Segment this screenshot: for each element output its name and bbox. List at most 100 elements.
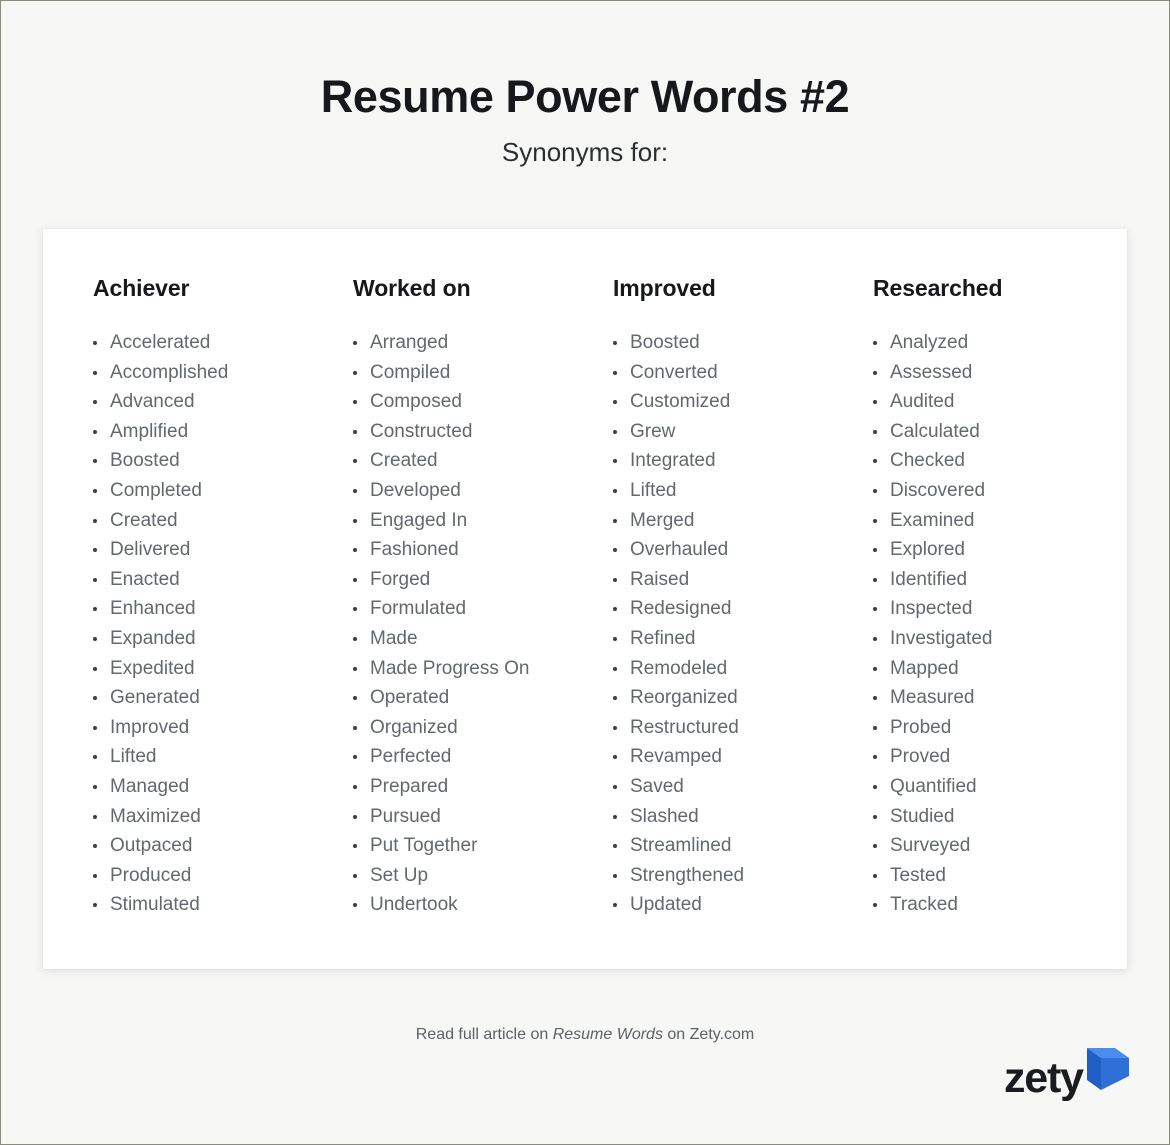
column-title: Researched [873, 275, 1003, 301]
infographic-page: Resume Power Words #2 Synonyms for: Achi… [1, 1, 1169, 1144]
list-item: Merged [613, 506, 873, 536]
list-item: Proved [873, 742, 1133, 772]
list-item: Investigated [873, 624, 1133, 654]
list-item: Expedited [93, 654, 353, 684]
list-item: Formulated [353, 594, 613, 624]
list-item: Created [93, 506, 353, 536]
list-item: Streamlined [613, 831, 873, 861]
column-title: Achiever [93, 275, 190, 301]
list-item: Integrated [613, 446, 873, 476]
list-item: Updated [613, 890, 873, 920]
list-item: Surveyed [873, 831, 1133, 861]
list-item: Redesigned [613, 594, 873, 624]
list-item: Organized [353, 713, 613, 743]
list-item: Assessed [873, 358, 1133, 388]
list-item: Set Up [353, 861, 613, 891]
list-item: Quantified [873, 772, 1133, 802]
list-item: Checked [873, 446, 1133, 476]
word-card: Achiever Accelerated Accomplished Advanc… [43, 229, 1127, 969]
word-list: Analyzed Assessed Audited Calculated Che… [873, 328, 1133, 920]
list-item: Made [353, 624, 613, 654]
list-item: Outpaced [93, 831, 353, 861]
word-list: Arranged Compiled Composed Constructed C… [353, 328, 613, 920]
list-item: Arranged [353, 328, 613, 358]
list-item: Accelerated [93, 328, 353, 358]
footer-article-title: Resume Words [552, 1026, 663, 1043]
footer-attribution: Read full article on Resume Words on Zet… [1, 1026, 1169, 1044]
list-item: Customized [613, 387, 873, 417]
footer-prefix: Read full article on [415, 1026, 553, 1043]
list-item: Slashed [613, 802, 873, 832]
list-item: Analyzed [873, 328, 1133, 358]
word-column-researched: Researched Analyzed Assessed Audited Cal… [873, 275, 1133, 920]
word-column-achiever: Achiever Accelerated Accomplished Advanc… [93, 275, 353, 920]
word-list: Boosted Converted Customized Grew Integr… [613, 328, 873, 920]
list-item: Prepared [353, 772, 613, 802]
list-item: Boosted [93, 446, 353, 476]
list-item: Mapped [873, 654, 1133, 684]
header: Resume Power Words #2 Synonyms for: [1, 1, 1169, 166]
column-title: Improved [613, 275, 716, 301]
list-item: Revamped [613, 742, 873, 772]
word-columns: Achiever Accelerated Accomplished Advanc… [43, 229, 1127, 920]
list-item: Restructured [613, 713, 873, 743]
list-item: Strengthened [613, 861, 873, 891]
column-title: Worked on [353, 275, 471, 301]
page-title: Resume Power Words #2 [320, 71, 850, 122]
list-item: Forged [353, 565, 613, 595]
zety-wordmark: zety [1004, 1054, 1084, 1102]
list-item: Audited [873, 387, 1133, 417]
list-item: Overhauled [613, 535, 873, 565]
list-item: Tracked [873, 890, 1133, 920]
zety-logo: zety [1004, 1048, 1131, 1102]
list-item: Constructed [353, 417, 613, 447]
list-item: Tested [873, 861, 1133, 891]
list-item: Completed [93, 476, 353, 506]
list-item: Measured [873, 683, 1133, 713]
list-item: Stimulated [93, 890, 353, 920]
list-item: Lifted [93, 742, 353, 772]
word-column-improved: Improved Boosted Converted Customized Gr… [613, 275, 873, 920]
list-item: Created [353, 446, 613, 476]
list-item: Perfected [353, 742, 613, 772]
list-item: Developed [353, 476, 613, 506]
list-item: Engaged In [353, 506, 613, 536]
list-item: Delivered [93, 535, 353, 565]
list-item: Pursued [353, 802, 613, 832]
list-item: Advanced [93, 387, 353, 417]
list-item: Operated [353, 683, 613, 713]
list-item: Enacted [93, 565, 353, 595]
list-item: Amplified [93, 417, 353, 447]
list-item: Undertook [353, 890, 613, 920]
zety-chevron-icon [1085, 1046, 1131, 1099]
list-item: Refined [613, 624, 873, 654]
list-item: Remodeled [613, 654, 873, 684]
list-item: Grew [613, 417, 873, 447]
list-item: Enhanced [93, 594, 353, 624]
list-item: Made Progress On [353, 654, 613, 684]
footer-suffix: on Zety.com [662, 1026, 755, 1043]
word-column-worked-on: Worked on Arranged Compiled Composed Con… [353, 275, 613, 920]
list-item: Identified [873, 565, 1133, 595]
list-item: Inspected [873, 594, 1133, 624]
list-item: Improved [93, 713, 353, 743]
list-item: Explored [873, 535, 1133, 565]
list-item: Put Together [353, 831, 613, 861]
list-item: Composed [353, 387, 613, 417]
word-list: Accelerated Accomplished Advanced Amplif… [93, 328, 353, 920]
list-item: Probed [873, 713, 1133, 743]
list-item: Boosted [613, 328, 873, 358]
list-item: Managed [93, 772, 353, 802]
list-item: Compiled [353, 358, 613, 388]
list-item: Maximized [93, 802, 353, 832]
list-item: Discovered [873, 476, 1133, 506]
list-item: Raised [613, 565, 873, 595]
list-item: Saved [613, 772, 873, 802]
list-item: Calculated [873, 417, 1133, 447]
list-item: Produced [93, 861, 353, 891]
list-item: Lifted [613, 476, 873, 506]
page-subtitle: Synonyms for: [501, 136, 669, 167]
list-item: Converted [613, 358, 873, 388]
list-item: Examined [873, 506, 1133, 536]
list-item: Fashioned [353, 535, 613, 565]
